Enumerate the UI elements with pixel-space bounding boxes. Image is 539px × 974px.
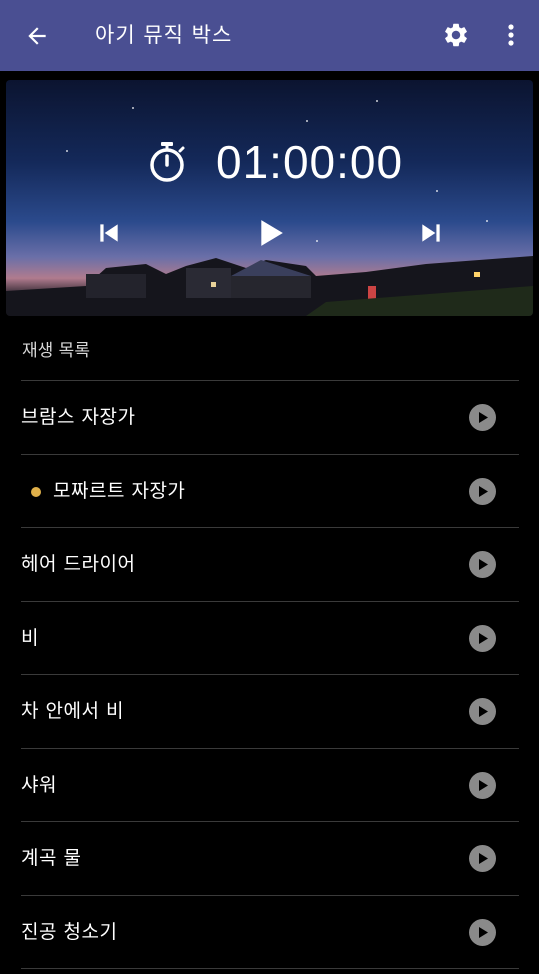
skip-next-icon[interactable]	[416, 218, 446, 248]
playlist-item[interactable]: 브람스 자장가	[21, 381, 519, 454]
playlist-item-label: 샤워	[21, 774, 57, 796]
playlist-item-label: 브람스 자장가	[21, 406, 136, 428]
play-circle-icon[interactable]	[469, 551, 496, 578]
play-circle-icon[interactable]	[469, 625, 496, 652]
play-circle-icon[interactable]	[469, 919, 496, 946]
playlist-item-label: 비	[21, 627, 39, 649]
playlist-item-now-playing[interactable]: 모짜르트 자장가	[21, 455, 519, 528]
playlist-item[interactable]: 헤어 드라이어	[21, 528, 519, 601]
app-bar: 아기 뮤직 박스	[0, 0, 539, 71]
skip-previous-icon[interactable]	[94, 218, 124, 248]
gear-icon[interactable]	[440, 19, 472, 51]
play-circle-icon[interactable]	[469, 845, 496, 872]
more-vert-icon[interactable]	[500, 19, 522, 51]
playlist-item-label: 계곡 물	[21, 847, 82, 869]
play-circle-icon[interactable]	[469, 772, 496, 799]
playlist-item[interactable]: 샤워	[21, 749, 519, 822]
playlist-item[interactable]: 비	[21, 602, 519, 675]
play-circle-icon[interactable]	[469, 478, 496, 505]
playlist-item-label: 헤어 드라이어	[21, 553, 136, 575]
playlist-item[interactable]: 계곡 물	[21, 822, 519, 895]
background-landscape	[6, 256, 533, 316]
back-arrow-icon[interactable]	[22, 21, 52, 51]
sleep-timer[interactable]: 01:00:00	[146, 132, 403, 192]
player-card: 01:00:00	[6, 80, 533, 316]
playlist-heading: 재생 목록	[22, 341, 90, 361]
stopwatch-icon	[150, 142, 185, 182]
timer-display: 01:00:00	[216, 136, 404, 188]
playlist-item-label: 진공 청소기	[21, 921, 118, 943]
play-circle-icon[interactable]	[469, 404, 496, 431]
playlist-item-label: 차 안에서 비	[21, 700, 124, 722]
playlist-item[interactable]: 차 안에서 비	[21, 675, 519, 748]
now-playing-dot-icon	[31, 487, 41, 497]
play-icon[interactable]	[256, 218, 286, 248]
divider	[21, 968, 519, 969]
playlist-item-label: 모짜르트 자장가	[53, 480, 186, 502]
playlist-item[interactable]: 진공 청소기	[21, 896, 519, 969]
play-circle-icon[interactable]	[469, 698, 496, 725]
app-title: 아기 뮤직 박스	[95, 23, 233, 47]
